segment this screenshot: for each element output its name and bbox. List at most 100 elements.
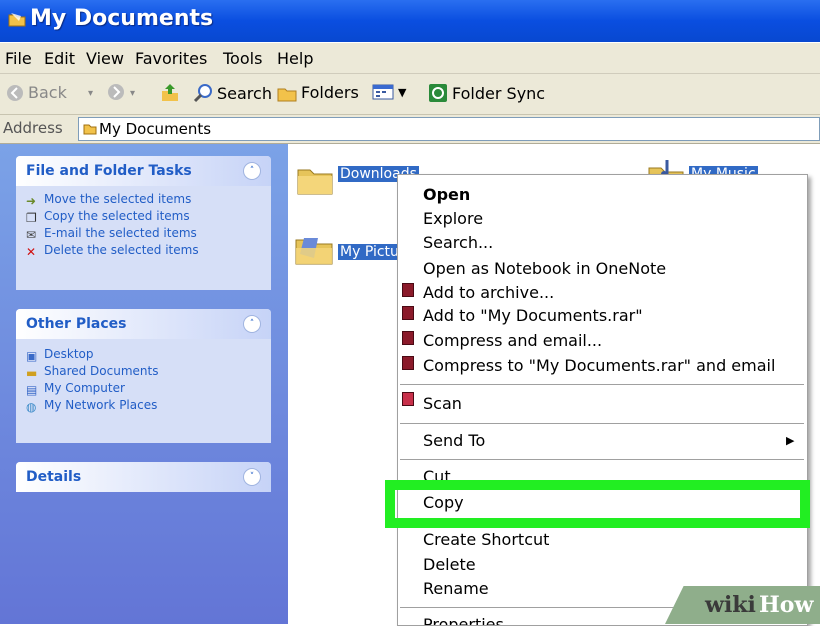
file-folder-tasks-panel: File and Folder Tasks ˄ ➜ Move the select… [16, 156, 271, 290]
back-label: Back [28, 83, 67, 102]
panel-title: File and Folder Tasks [26, 163, 192, 179]
email-icon: ✉ [26, 228, 37, 242]
folder-sync-label: Folder Sync [452, 83, 546, 103]
details-panel: Details ˅ [16, 462, 271, 492]
task-label: Move the selected items [44, 192, 192, 206]
move-icon: ➜ [26, 194, 37, 208]
network-icon: ◍ [26, 400, 37, 414]
up-folder-icon[interactable] [160, 83, 180, 103]
menu-tools[interactable]: Tools [223, 49, 262, 68]
collapse-icon[interactable]: ˄ [243, 315, 261, 333]
panel-header[interactable]: File and Folder Tasks ˄ [16, 156, 271, 186]
back-arrow-icon [7, 84, 23, 101]
menu-view[interactable]: View [86, 49, 124, 68]
copy-highlight-box [385, 480, 810, 528]
search-button[interactable]: Search [193, 83, 272, 103]
submenu-arrow-icon: ▶ [786, 434, 795, 447]
address-value: My Documents [99, 120, 212, 138]
dropdown-arrow-icon[interactable]: ▾ [88, 88, 93, 99]
task-label: E-mail the selected items [44, 226, 197, 240]
task-pane: File and Folder Tasks ˄ ➜ Move the select… [0, 144, 288, 624]
menu-item-delete[interactable]: Delete [423, 555, 476, 574]
menu-item-compress-rar-email[interactable]: Compress to "My Documents.rar" and email [423, 356, 775, 375]
menu-separator [400, 459, 804, 460]
folder-icon[interactable] [296, 162, 334, 196]
delete-icon: ✕ [26, 245, 37, 259]
window-title: My Documents [30, 6, 214, 31]
panel-title: Details [26, 469, 82, 485]
place-shared-documents[interactable]: ▬ Shared Documents [16, 364, 271, 381]
menu-item-add-archive[interactable]: Add to archive... [423, 283, 554, 302]
menu-item-send-to[interactable]: Send To [423, 431, 485, 450]
folders-button[interactable]: Folders [277, 83, 359, 102]
watermark-wiki: wiki [705, 592, 756, 618]
computer-icon: ▤ [26, 383, 38, 397]
dropdown-arrow-icon[interactable]: ▾ [130, 88, 135, 99]
context-menu: Open Explore Search... Open as Notebook … [397, 174, 808, 626]
menu-item-open[interactable]: Open [423, 185, 470, 204]
desktop-icon: ▣ [26, 349, 38, 363]
task-email[interactable]: ✉ E-mail the selected items [16, 226, 271, 243]
task-label: Delete the selected items [44, 243, 199, 257]
place-label: Shared Documents [44, 364, 159, 378]
copy-icon: ❐ [26, 211, 37, 225]
menu-bar: File Edit View Favorites Tools Help [0, 43, 820, 74]
menu-item-properties[interactable]: Properties [423, 615, 504, 625]
winrar-icon [402, 356, 414, 370]
dropdown-arrow-icon: ▼ [398, 85, 407, 99]
menu-item-explore[interactable]: Explore [423, 209, 483, 228]
task-move[interactable]: ➜ Move the selected items [16, 192, 271, 209]
task-label: Copy the selected items [44, 209, 190, 223]
forward-arrow-icon[interactable] [107, 83, 125, 101]
scan-icon [402, 392, 414, 406]
menu-item-scan[interactable]: Scan [423, 394, 462, 413]
folder-icon [8, 13, 26, 27]
task-copy[interactable]: ❐ Copy the selected items [16, 209, 271, 226]
folder-icon: ▬ [26, 366, 38, 380]
address-input[interactable]: My Documents [78, 117, 820, 141]
pictures-folder-icon[interactable] [294, 232, 334, 266]
my-documents-icon [83, 124, 97, 135]
search-label: Search [217, 83, 272, 103]
folder-sync-button[interactable]: Folder Sync [428, 83, 545, 103]
winrar-icon [402, 283, 414, 297]
collapse-icon[interactable]: ˄ [243, 162, 261, 180]
panel-header[interactable]: Details ˅ [16, 462, 271, 492]
address-bar: Address My Documents [0, 115, 820, 144]
place-my-computer[interactable]: ▤ My Computer [16, 381, 271, 398]
menu-item-open-onenote[interactable]: Open as Notebook in OneNote [423, 259, 666, 278]
menu-help[interactable]: Help [277, 49, 313, 68]
place-network[interactable]: ◍ My Network Places [16, 398, 271, 415]
menu-item-search[interactable]: Search... [423, 233, 493, 252]
folders-icon [277, 88, 297, 101]
expand-icon[interactable]: ˅ [243, 468, 261, 486]
views-icon [372, 84, 394, 100]
folders-label: Folders [301, 83, 359, 102]
search-icon [193, 84, 212, 103]
watermark: wiki How [665, 586, 820, 624]
place-label: My Computer [44, 381, 125, 395]
winrar-icon [402, 331, 414, 345]
toolbar: Back ▾ ▾ Search Folders ▼ Folder Sync [0, 74, 820, 115]
menu-separator [400, 384, 804, 385]
menu-file[interactable]: File [5, 49, 32, 68]
back-button[interactable]: Back [6, 83, 67, 102]
winrar-icon [402, 306, 414, 320]
place-label: Desktop [44, 347, 94, 361]
menu-item-rename[interactable]: Rename [423, 579, 489, 598]
menu-item-create-shortcut[interactable]: Create Shortcut [423, 530, 549, 549]
other-places-panel: Other Places ˄ ▣ Desktop ▬ Shared Document… [16, 309, 271, 443]
views-button[interactable]: ▼ [372, 83, 406, 101]
title-bar: My Documents [0, 0, 820, 42]
task-delete[interactable]: ✕ Delete the selected items [16, 243, 271, 260]
menu-edit[interactable]: Edit [44, 49, 75, 68]
menu-item-compress-email[interactable]: Compress and email... [423, 331, 602, 350]
watermark-how: How [759, 592, 814, 618]
menu-separator [400, 423, 804, 424]
menu-item-add-rar[interactable]: Add to "My Documents.rar" [423, 306, 643, 325]
place-label: My Network Places [44, 398, 158, 412]
sync-icon [429, 84, 447, 102]
place-desktop[interactable]: ▣ Desktop [16, 347, 271, 364]
panel-header[interactable]: Other Places ˄ [16, 309, 271, 339]
menu-favorites[interactable]: Favorites [135, 49, 207, 68]
